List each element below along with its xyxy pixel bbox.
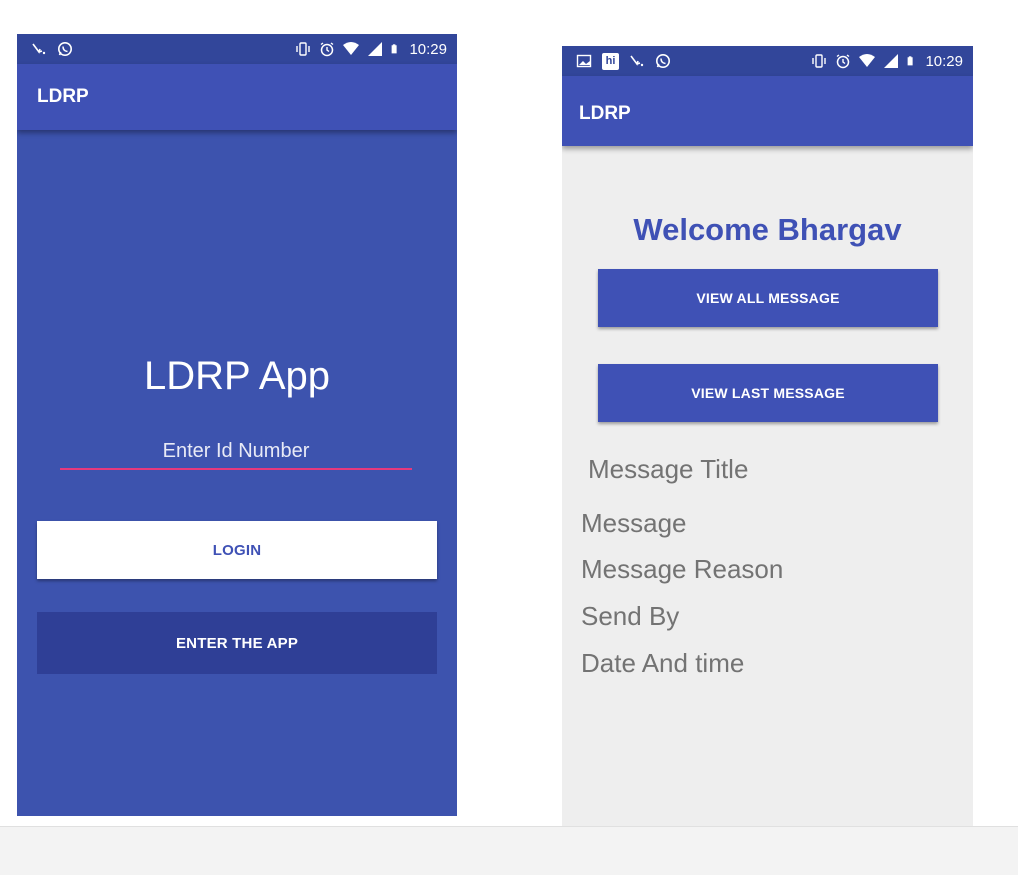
- status-bar: 10:29: [17, 34, 457, 64]
- vibrate-icon: [296, 42, 311, 56]
- login-button[interactable]: LOGIN: [37, 521, 437, 579]
- app-bar-title: LDRP: [579, 103, 631, 124]
- message-title-text: Message Title: [588, 454, 749, 484]
- view-all-message-button[interactable]: VIEW ALL MESSAGE: [598, 269, 938, 327]
- status-time: 10:29: [925, 52, 963, 70]
- wifi-icon: [859, 54, 876, 67]
- signal-icon: [884, 54, 899, 68]
- image-icon: [576, 54, 592, 68]
- app-name-heading: LDRP App: [143, 354, 331, 398]
- signal-icon: [368, 42, 383, 56]
- app-bar: LDRP: [17, 64, 457, 130]
- alarm-icon: [837, 54, 850, 69]
- hike-badge-text: hi: [605, 55, 616, 67]
- welcome-heading: Welcome Bhargav: [633, 212, 902, 247]
- app-bar: LDRP: [562, 76, 973, 146]
- login-screen: 10:29 LDRP LDRP App LOGIN ENTER THE APP: [17, 34, 457, 816]
- missed-call-icon: [630, 55, 644, 67]
- hike-icon: hi: [602, 52, 619, 70]
- battery-icon: [392, 44, 398, 54]
- whatsapp-icon: [656, 54, 670, 68]
- view-last-message-button[interactable]: VIEW LAST MESSAGE: [598, 364, 938, 422]
- battery-icon: [908, 56, 914, 66]
- enter-app-button[interactable]: ENTER THE APP: [37, 612, 437, 674]
- home-screen: hi 10:29 LDRP Welcome Bhargav VIEW ALL M…: [562, 46, 973, 827]
- send-by-text: Send By: [581, 601, 680, 631]
- status-time: 10:29: [409, 40, 447, 58]
- bottom-strip: [0, 826, 1018, 875]
- missed-call-icon: [32, 43, 46, 55]
- id-number-input[interactable]: [60, 434, 412, 470]
- vibrate-icon: [812, 54, 827, 68]
- date-time-text: Date And time: [581, 648, 745, 678]
- wifi-icon: [343, 42, 360, 55]
- app-bar-title: LDRP: [37, 86, 89, 107]
- alarm-icon: [321, 42, 334, 57]
- whatsapp-icon: [58, 42, 72, 56]
- status-bar: hi 10:29: [562, 46, 973, 76]
- message-reason-text: Message Reason: [581, 554, 784, 584]
- message-text: Message: [581, 508, 687, 538]
